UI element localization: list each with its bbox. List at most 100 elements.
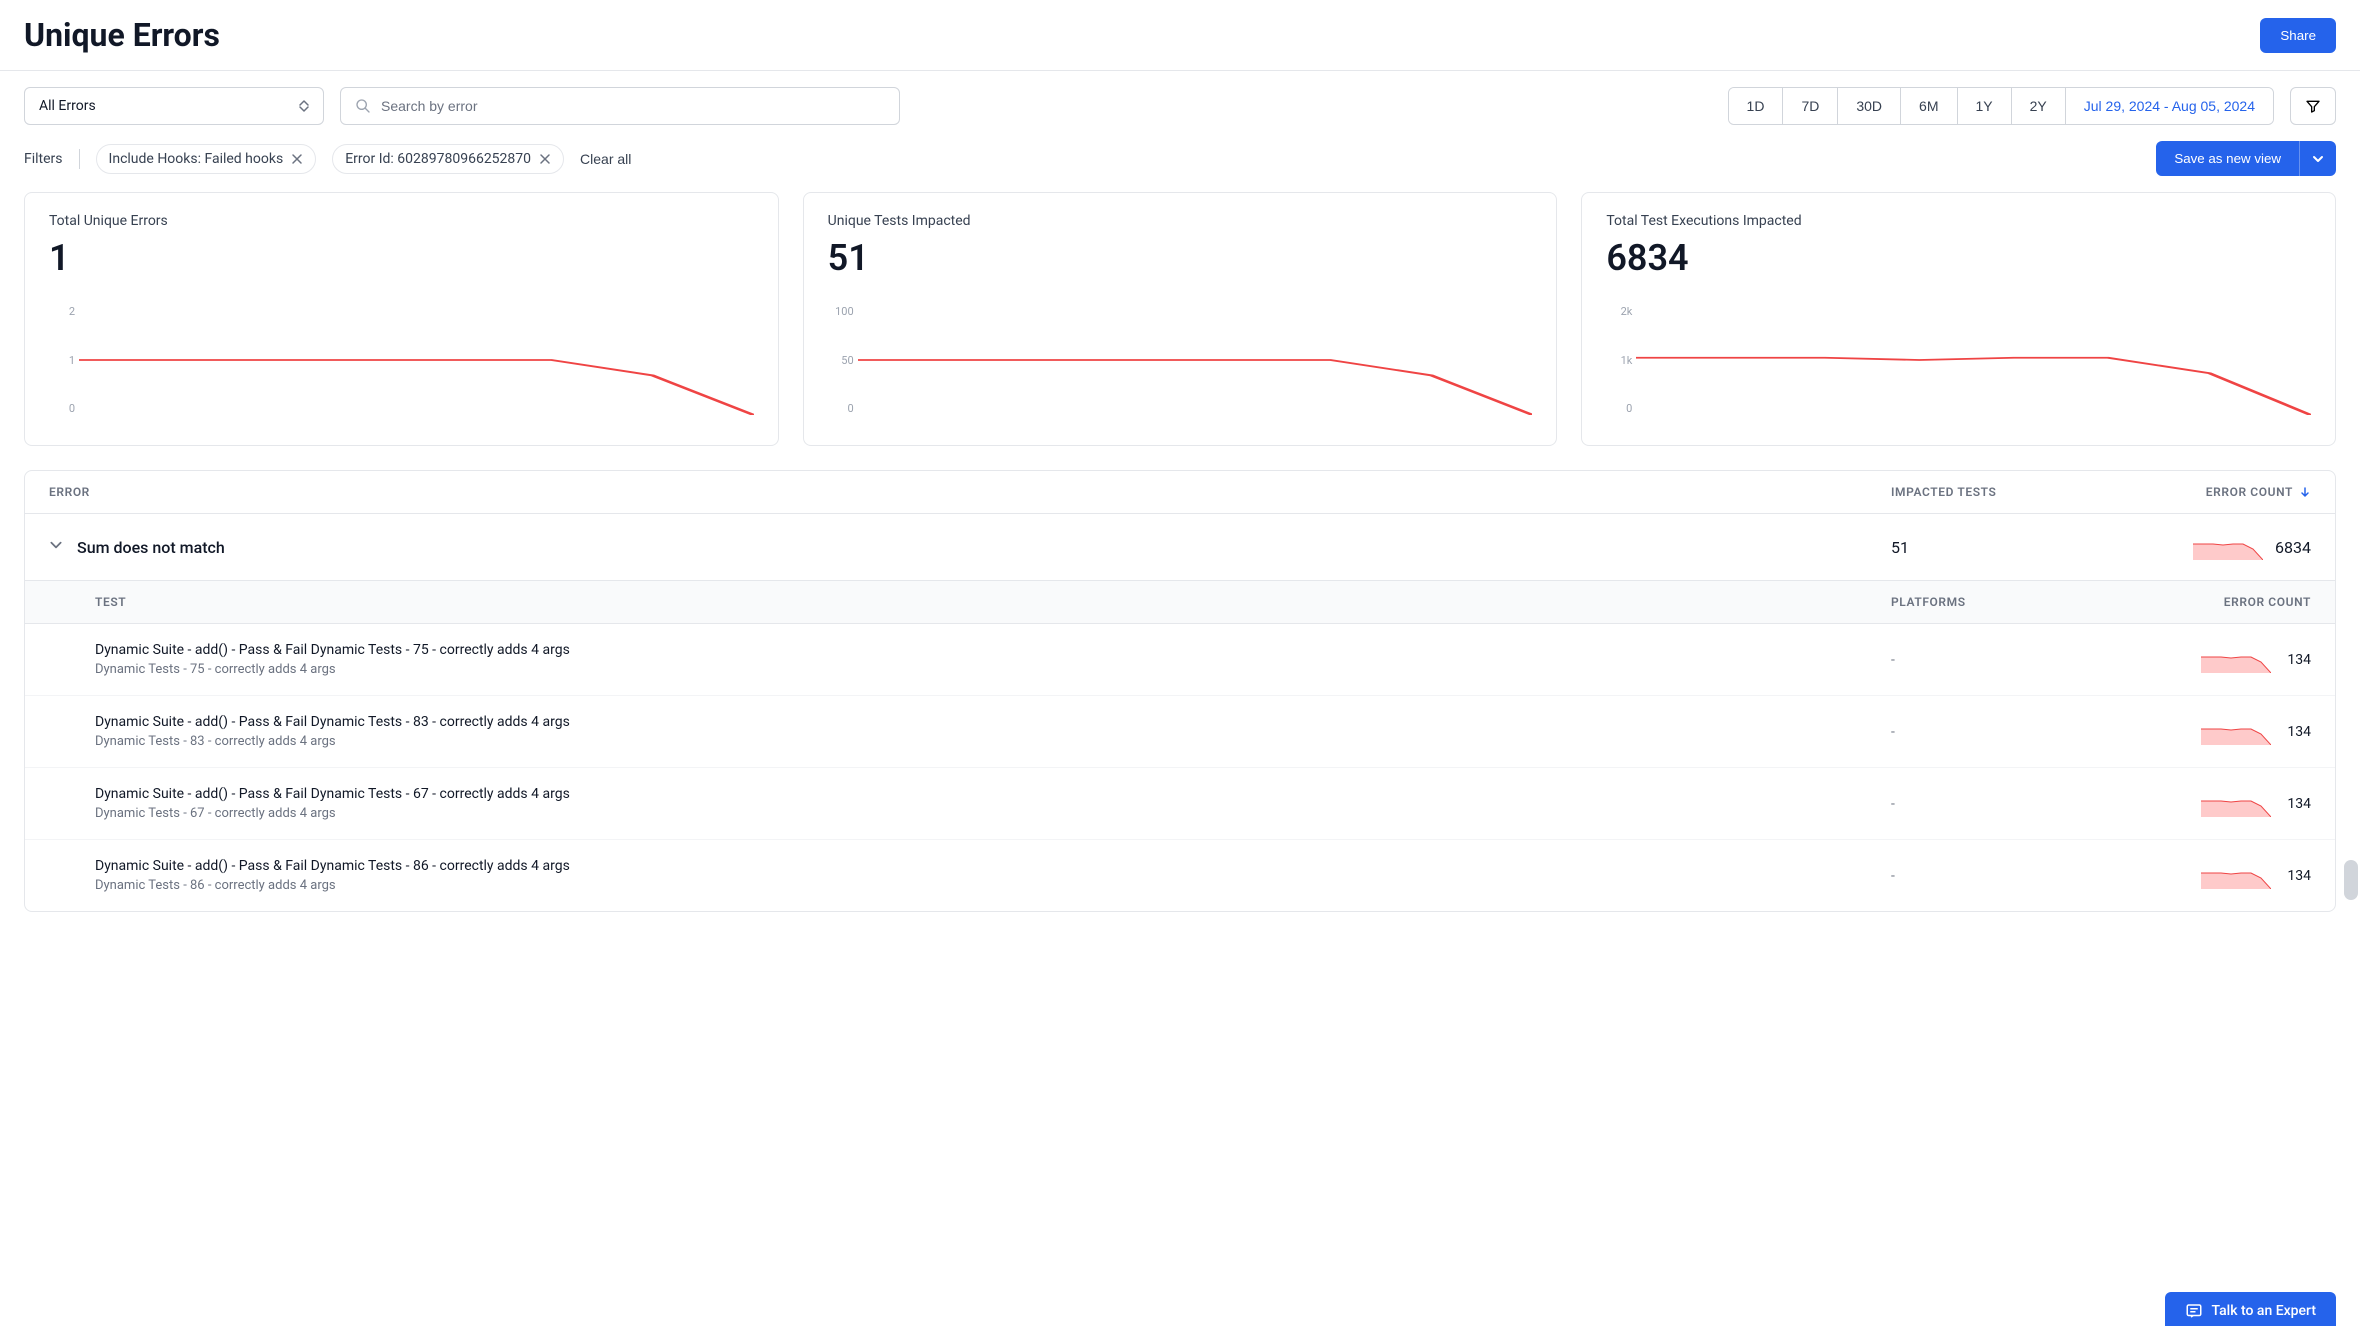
error-group-impacted: 51 [1891, 538, 2091, 557]
line-chart [1636, 305, 2311, 415]
range-1y[interactable]: 1Y [1958, 88, 2012, 124]
filters-row: Filters Include Hooks: Failed hooks Erro… [0, 125, 2360, 192]
filters-label: Filters [24, 151, 63, 167]
platforms-cell: - [1891, 652, 2091, 668]
card-label: Unique Tests Impacted [828, 213, 1533, 229]
test-cell: Dynamic Suite - add() - Pass & Fail Dyna… [95, 786, 1891, 821]
chat-label: Talk to an Expert [2211, 1303, 2316, 1319]
filter-chip-hooks: Include Hooks: Failed hooks [96, 144, 317, 174]
count-cell: 134 [2091, 791, 2311, 817]
card-value: 6834 [1606, 237, 2311, 279]
chart-y-ticks: 100 50 0 [828, 305, 854, 415]
error-type-select[interactable]: All Errors [24, 87, 324, 125]
card-chart: 2 1 0 [49, 295, 754, 425]
scrollbar-thumb[interactable] [2344, 860, 2358, 900]
col-error-count: ERROR COUNT [2091, 595, 2311, 609]
test-subtitle: Dynamic Tests - 67 - correctly adds 4 ar… [95, 806, 1891, 821]
sparkline [2193, 534, 2263, 560]
range-6m[interactable]: 6M [1901, 88, 1957, 124]
test-subtitle: Dynamic Tests - 83 - correctly adds 4 ar… [95, 734, 1891, 749]
card-value: 51 [828, 237, 1533, 279]
col-error-count[interactable]: ERROR COUNT [2091, 485, 2311, 499]
test-subtitle: Dynamic Tests - 75 - correctly adds 4 ar… [95, 662, 1891, 677]
clear-all-button[interactable]: Clear all [580, 151, 631, 167]
test-cell: Dynamic Suite - add() - Pass & Fail Dyna… [95, 642, 1891, 677]
search-icon [355, 98, 371, 114]
search-wrap [340, 87, 900, 125]
test-subtitle: Dynamic Tests - 86 - correctly adds 4 ar… [95, 878, 1891, 893]
count-cell: 134 [2091, 719, 2311, 745]
sparkline [2201, 719, 2271, 745]
toolbar: All Errors 1D 7D 30D 6M 1Y 2Y Jul 29, 20… [0, 71, 2360, 125]
test-title: Dynamic Suite - add() - Pass & Fail Dyna… [95, 642, 1891, 658]
error-type-select-label: All Errors [39, 98, 96, 114]
range-1d[interactable]: 1D [1729, 88, 1784, 124]
test-cell: Dynamic Suite - add() - Pass & Fail Dyna… [95, 714, 1891, 749]
error-group-label: Sum does not match [77, 538, 1891, 557]
share-button[interactable]: Share [2260, 18, 2336, 53]
col-error: ERROR [49, 485, 1891, 499]
chat-widget[interactable]: Talk to an Expert [2165, 1292, 2336, 1326]
chart-y-ticks: 2 1 0 [49, 305, 75, 415]
card-unique-tests-impacted: Unique Tests Impacted 51 100 50 0 [803, 192, 1558, 446]
search-input[interactable] [381, 98, 885, 114]
filter-chip-close[interactable] [291, 153, 303, 165]
card-total-executions-impacted: Total Test Executions Impacted 6834 2k 1… [1581, 192, 2336, 446]
platforms-cell: - [1891, 724, 2091, 740]
col-platforms: PLATFORMS [1891, 595, 2091, 609]
line-chart [858, 305, 1533, 415]
count-cell: 134 [2091, 863, 2311, 889]
table-row[interactable]: Dynamic Suite - add() - Pass & Fail Dyna… [25, 696, 2335, 768]
filter-chip-close[interactable] [539, 153, 551, 165]
range-7d[interactable]: 7D [1783, 88, 1838, 124]
errors-table: ERROR IMPACTED TESTS ERROR COUNT Sum doe… [24, 470, 2336, 912]
test-cell: Dynamic Suite - add() - Pass & Fail Dyna… [95, 858, 1891, 893]
test-title: Dynamic Suite - add() - Pass & Fail Dyna… [95, 714, 1891, 730]
filter-chip-label: Include Hooks: Failed hooks [109, 151, 284, 167]
error-group-count: 6834 [2091, 534, 2311, 560]
page-title: Unique Errors [24, 16, 220, 54]
close-icon [291, 153, 303, 165]
header: Unique Errors Share [0, 0, 2360, 71]
filter-button[interactable] [2290, 87, 2336, 125]
sparkline [2201, 863, 2271, 889]
range-2y[interactable]: 2Y [2012, 88, 2066, 124]
save-view-dropdown[interactable] [2299, 141, 2336, 176]
filter-icon [2305, 98, 2321, 114]
divider [79, 149, 80, 169]
date-range-group: 1D 7D 30D 6M 1Y 2Y Jul 29, 2024 - Aug 05… [1728, 87, 2274, 125]
chevron-down-icon [2312, 153, 2324, 165]
range-30d[interactable]: 30D [1838, 88, 1901, 124]
test-title: Dynamic Suite - add() - Pass & Fail Dyna… [95, 786, 1891, 802]
select-chevrons-icon [299, 100, 309, 112]
table-header: ERROR IMPACTED TESTS ERROR COUNT [25, 471, 2335, 514]
table-row[interactable]: Dynamic Suite - add() - Pass & Fail Dyna… [25, 768, 2335, 840]
card-chart: 100 50 0 [828, 295, 1533, 425]
platforms-cell: - [1891, 796, 2091, 812]
table-row[interactable]: Dynamic Suite - add() - Pass & Fail Dyna… [25, 624, 2335, 696]
error-group-row[interactable]: Sum does not match 51 6834 [25, 514, 2335, 581]
chart-y-ticks: 2k 1k 0 [1606, 305, 1632, 415]
platforms-cell: - [1891, 868, 2091, 884]
card-total-unique-errors: Total Unique Errors 1 2 1 0 [24, 192, 779, 446]
table-subheader: TEST PLATFORMS ERROR COUNT [25, 581, 2335, 624]
filter-chip-errorid: Error Id: 60289780966252870 [332, 144, 564, 174]
card-value: 1 [49, 237, 754, 279]
save-view-button[interactable]: Save as new view [2156, 141, 2299, 176]
save-view-group: Save as new view [2156, 141, 2336, 176]
line-chart [79, 305, 754, 415]
close-icon [539, 153, 551, 165]
card-label: Total Test Executions Impacted [1606, 213, 2311, 229]
range-custom[interactable]: Jul 29, 2024 - Aug 05, 2024 [2066, 88, 2273, 124]
summary-cards: Total Unique Errors 1 2 1 0 Unique Tests… [0, 192, 2360, 470]
filter-chip-label: Error Id: 60289780966252870 [345, 151, 531, 167]
sparkline [2201, 647, 2271, 673]
sort-desc-icon [2299, 486, 2311, 498]
chevron-down-icon [49, 538, 63, 556]
col-test: TEST [95, 595, 1891, 609]
card-label: Total Unique Errors [49, 213, 754, 229]
count-cell: 134 [2091, 647, 2311, 673]
chat-icon [2185, 1302, 2203, 1320]
col-impacted: IMPACTED TESTS [1891, 485, 2091, 499]
table-row[interactable]: Dynamic Suite - add() - Pass & Fail Dyna… [25, 840, 2335, 911]
